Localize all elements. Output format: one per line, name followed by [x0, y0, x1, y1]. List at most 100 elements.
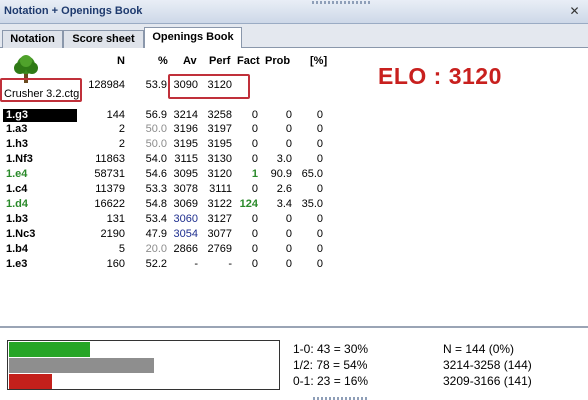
row-perf: 3122	[207, 198, 232, 210]
row-n: 131	[106, 213, 125, 225]
row-fact: 0	[251, 183, 258, 195]
black-wins-bar	[9, 374, 52, 389]
row-fact: 0	[251, 213, 258, 225]
row-perf: 3197	[207, 123, 232, 135]
row-prob: 0	[285, 123, 292, 135]
move-label[interactable]: 1.c4	[6, 183, 27, 195]
result-bars	[7, 340, 280, 390]
row-win-percent: 0	[316, 138, 323, 150]
row-percent: 53.4	[145, 213, 167, 225]
row-n: 144	[106, 109, 125, 121]
col-prob-header[interactable]: Prob	[265, 55, 290, 67]
row-av: 2866	[173, 243, 198, 255]
move-label[interactable]: 1.Nc3	[6, 228, 35, 240]
close-icon[interactable]: ✕	[567, 4, 582, 19]
move-label[interactable]: 1.a3	[6, 123, 27, 135]
row-fact: 124	[239, 198, 258, 210]
row-perf: 3127	[207, 213, 232, 225]
move-label[interactable]: 1.h3	[6, 138, 28, 150]
rating-range-stat: 3214-3258 (144)	[443, 358, 532, 372]
row-perf: 3195	[207, 138, 232, 150]
move-label[interactable]: 1.e4	[6, 168, 27, 180]
row-n: 2190	[100, 228, 125, 240]
row-percent: 50.0	[145, 123, 167, 135]
openings-book-panel: N % Av Perf Fact Prob [%] Crusher 3.2.ct…	[0, 48, 588, 326]
row-prob: 0	[285, 213, 292, 225]
book-name-highlight	[0, 78, 82, 102]
col-fact-header[interactable]: Fact	[237, 55, 260, 67]
row-prob: 0	[285, 109, 292, 121]
row-prob: 2.6	[276, 183, 292, 195]
row-av: 3095	[173, 168, 198, 180]
row-prob: 0	[285, 228, 292, 240]
move-label[interactable]: 1.d4	[6, 198, 28, 210]
row-prob: 90.9	[270, 168, 292, 180]
row-win-percent: 0	[316, 109, 323, 121]
row-fact: 0	[251, 109, 258, 121]
row-av: 3196	[173, 123, 198, 135]
row-fact: 0	[251, 153, 258, 165]
row-n: 5	[118, 243, 125, 255]
row-n: 160	[106, 258, 125, 270]
book-games-count: 128984	[88, 79, 125, 91]
col-n-header[interactable]: N	[117, 55, 125, 67]
white-wins-bar	[9, 342, 90, 357]
row-win-percent: 0	[316, 183, 323, 195]
col-percent-header[interactable]: %	[158, 55, 168, 67]
move-label[interactable]: 1.b3	[6, 213, 28, 225]
drag-grip[interactable]	[312, 1, 372, 4]
row-win-percent: 0	[316, 228, 323, 240]
row-fact: 0	[251, 138, 258, 150]
row-percent: 20.0	[145, 243, 167, 255]
row-percent: 54.0	[145, 153, 167, 165]
row-perf: 3258	[207, 109, 232, 121]
row-prob: 0	[285, 258, 292, 270]
row-perf: 3120	[207, 168, 232, 180]
table-row-selected[interactable]: 1.g3	[3, 109, 77, 122]
statistics-panel: 1-0: 43 = 30% 1/2: 78 = 54% 0-1: 23 = 16…	[0, 326, 588, 400]
row-av: -	[194, 258, 198, 270]
move-label[interactable]: 1.Nf3	[6, 153, 33, 165]
row-perf: 3111	[209, 183, 232, 195]
row-percent: 47.9	[145, 228, 167, 240]
row-av: 3195	[173, 138, 198, 150]
row-win-percent: 0	[316, 213, 323, 225]
row-av: 3069	[173, 198, 198, 210]
row-win-percent: 65.0	[301, 168, 323, 180]
col-av-header[interactable]: Av	[183, 55, 197, 67]
row-win-percent: 0	[316, 153, 323, 165]
col-win-percent-header[interactable]: [%]	[310, 55, 327, 67]
row-win-percent: 35.0	[301, 198, 323, 210]
row-win-percent: 0	[316, 123, 323, 135]
window-title: Notation + Openings Book	[4, 5, 143, 17]
row-av: 3060	[173, 213, 198, 225]
row-fact: 1	[251, 168, 258, 180]
row-win-percent: 0	[316, 243, 323, 255]
tab-score-sheet[interactable]: Score sheet	[63, 30, 144, 48]
move-label[interactable]: 1.b4	[6, 243, 28, 255]
row-n: 2	[118, 123, 125, 135]
col-perf-header[interactable]: Perf	[209, 55, 230, 67]
row-av: 3078	[173, 183, 198, 195]
row-percent: 50.0	[145, 138, 167, 150]
row-percent: 54.8	[145, 198, 167, 210]
rating-range-stat-2: 3209-3166 (141)	[443, 374, 532, 388]
row-percent: 52.2	[145, 258, 167, 270]
tab-openings-book[interactable]: Openings Book	[144, 27, 242, 49]
row-perf: 3130	[207, 153, 232, 165]
row-percent: 53.3	[145, 183, 167, 195]
row-perf: 3077	[207, 228, 232, 240]
white-wins-stat: 1-0: 43 = 30%	[293, 342, 369, 356]
row-prob: 3.4	[276, 198, 292, 210]
black-wins-stat: 0-1: 23 = 16%	[293, 374, 369, 388]
tab-notation[interactable]: Notation	[2, 30, 63, 48]
row-av: 3054	[173, 228, 198, 240]
row-perf: 2769	[207, 243, 232, 255]
elo-annotation: ELO : 3120	[378, 63, 502, 89]
row-win-percent: 0	[316, 258, 323, 270]
row-percent: 54.6	[145, 168, 167, 180]
row-fact: 0	[251, 228, 258, 240]
move-label[interactable]: 1.e3	[6, 258, 27, 270]
row-fact: 0	[251, 123, 258, 135]
row-prob: 3.0	[276, 153, 292, 165]
